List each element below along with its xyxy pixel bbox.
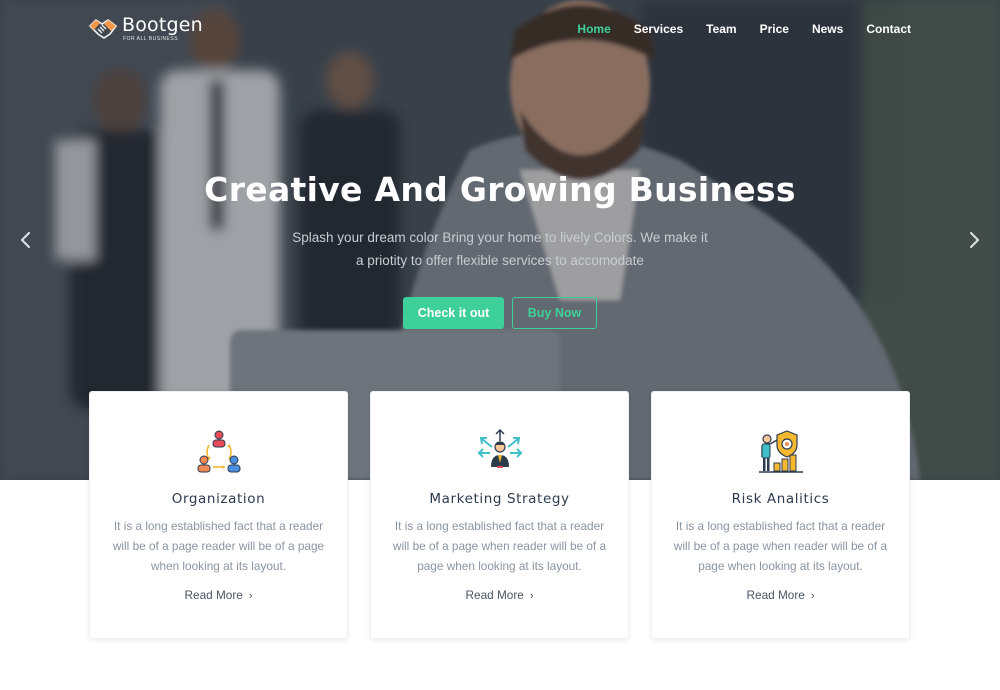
- read-more-link[interactable]: Read More ›: [371, 588, 628, 602]
- main-menu: Home Services Team Price News Contact: [554, 22, 911, 36]
- card-title: Risk Analitics: [731, 491, 830, 507]
- feature-card-organization: Organization It is a long established fa…: [89, 391, 348, 639]
- organization-icon: [197, 430, 240, 473]
- hero-subtitle-line-2: a priotity to offer flexible services to…: [356, 253, 644, 268]
- chevron-right-icon: ›: [529, 590, 534, 602]
- check-it-out-button[interactable]: Check it out: [403, 297, 504, 329]
- top-navigation: Bootgen FOR ALL BUSINESS Home Services T…: [0, 0, 1000, 60]
- nav-item-services[interactable]: Services: [634, 22, 683, 36]
- brand-text: Bootgen FOR ALL BUSINESS: [122, 16, 203, 42]
- card-description: It is a long established fact that a rea…: [673, 519, 888, 573]
- brand-tagline: FOR ALL BUSINESS: [123, 36, 179, 42]
- nav-item-team[interactable]: Team: [706, 22, 736, 36]
- read-more-label: Read More: [746, 588, 805, 602]
- card-title: Organization: [171, 491, 266, 507]
- handshake-icon: [88, 18, 118, 39]
- hero-subtitle: Splash your dream color Bring your home …: [270, 226, 730, 272]
- carousel-next-arrow-icon[interactable]: [964, 230, 984, 250]
- risk-analytics-icon: [758, 430, 803, 473]
- card-description: It is a long established fact that a rea…: [112, 519, 325, 573]
- nav-item-news[interactable]: News: [812, 22, 843, 36]
- read-more-link[interactable]: Read More ›: [652, 588, 909, 602]
- nav-item-home[interactable]: Home: [577, 22, 610, 36]
- chevron-right-icon: ›: [248, 590, 253, 602]
- feature-card-risk-analytics: Risk Analitics It is a long established …: [651, 391, 910, 639]
- feature-card-marketing-strategy: Marketing Strategy It is a long establis…: [370, 391, 629, 639]
- read-more-link[interactable]: Read More ›: [90, 588, 347, 602]
- landing-page: Bootgen FOR ALL BUSINESS Home Services T…: [0, 0, 1000, 690]
- brand-name: Bootgen: [122, 14, 203, 36]
- card-description: It is a long established fact that a rea…: [392, 519, 607, 573]
- marketing-strategy-icon: [477, 428, 522, 468]
- buy-now-button[interactable]: Buy Now: [512, 297, 597, 329]
- hero-title: Creative And Growing Business: [204, 170, 796, 209]
- hero-subtitle-line-1: Splash your dream color Bring your home …: [292, 230, 708, 245]
- read-more-label: Read More: [184, 588, 243, 602]
- nav-item-price[interactable]: Price: [760, 22, 789, 36]
- card-title: Marketing Strategy: [429, 491, 570, 507]
- nav-item-contact[interactable]: Contact: [866, 22, 911, 36]
- carousel-prev-arrow-icon[interactable]: [16, 230, 36, 250]
- chevron-right-icon: ›: [810, 590, 815, 602]
- read-more-label: Read More: [465, 588, 524, 602]
- brand-logo[interactable]: Bootgen FOR ALL BUSINESS: [88, 16, 203, 42]
